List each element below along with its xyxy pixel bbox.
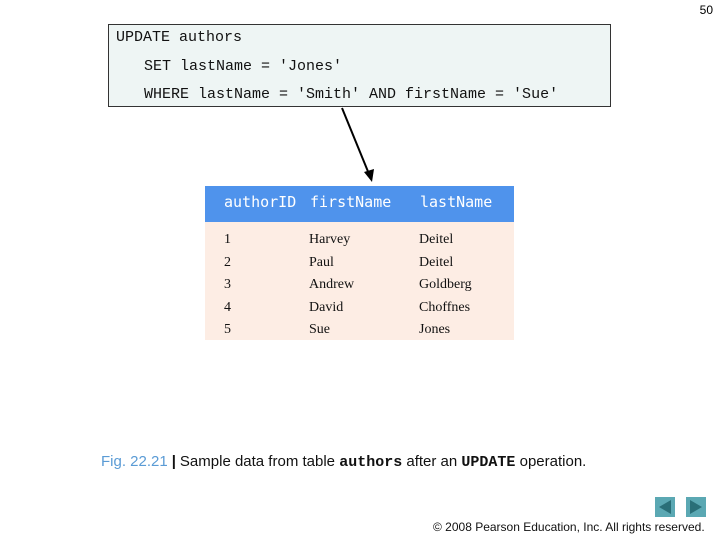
caption-code-update: UPDATE <box>461 454 516 471</box>
caption-text-2: after an <box>406 453 458 470</box>
column-header-lastname: lastName <box>420 193 493 211</box>
figure-caption: Fig. 22.21 | Sample data from table author… <box>101 453 586 471</box>
authors-table: authorID firstName lastName 1 Harvey Deite… <box>205 186 514 340</box>
last-name-cell: Deitel <box>419 232 454 247</box>
column-header-firstname: firstName <box>310 193 392 211</box>
last-name-cell: Choffnes <box>419 299 471 315</box>
last-name-cell: Deitel <box>419 254 454 270</box>
column-header-authorid: authorID <box>224 193 297 211</box>
first-name-cell: David <box>309 299 344 315</box>
caption-code-authors: authors <box>339 454 403 471</box>
figure-label: Fig. 22.21 <box>101 453 168 470</box>
author-id-cell: 1 <box>224 232 231 247</box>
author-id-cell: 2 <box>224 254 231 270</box>
code-line-3: WHERE lastName = 'Smith' AND firstName =… <box>144 86 559 103</box>
code-line-1: UPDATE authors <box>116 29 243 46</box>
first-name-cell: Andrew <box>309 277 355 292</box>
table-header: authorID firstName lastName <box>205 186 514 222</box>
author-id-cell: 3 <box>224 277 231 292</box>
author-id-cell: 5 <box>224 322 231 337</box>
first-name-cell: Harvey <box>309 232 351 247</box>
caption-text-1: Sample data from table <box>179 453 336 470</box>
triangle-right-icon <box>690 500 702 514</box>
next-slide-button[interactable] <box>686 497 706 517</box>
caption-separator: | <box>171 453 176 470</box>
triangle-left-icon <box>659 500 671 514</box>
previous-slide-button[interactable] <box>655 497 675 517</box>
last-name-cell: Goldberg <box>419 277 472 292</box>
first-name-cell: Paul <box>309 254 334 270</box>
arrow-head-icon <box>364 169 374 182</box>
code-line-2: SET lastName = 'Jones' <box>144 58 343 75</box>
first-name-cell: Sue <box>309 322 330 337</box>
page-number: 50 <box>699 3 713 17</box>
copyright-notice: © 2008 Pearson Education, Inc. All right… <box>433 520 705 534</box>
sql-code-box: UPDATE authors SET lastName = 'Jones' WH… <box>108 24 611 107</box>
caption-text-3: operation. <box>519 453 587 470</box>
author-id-cell: 4 <box>224 299 231 315</box>
last-name-cell: Jones <box>419 322 451 337</box>
